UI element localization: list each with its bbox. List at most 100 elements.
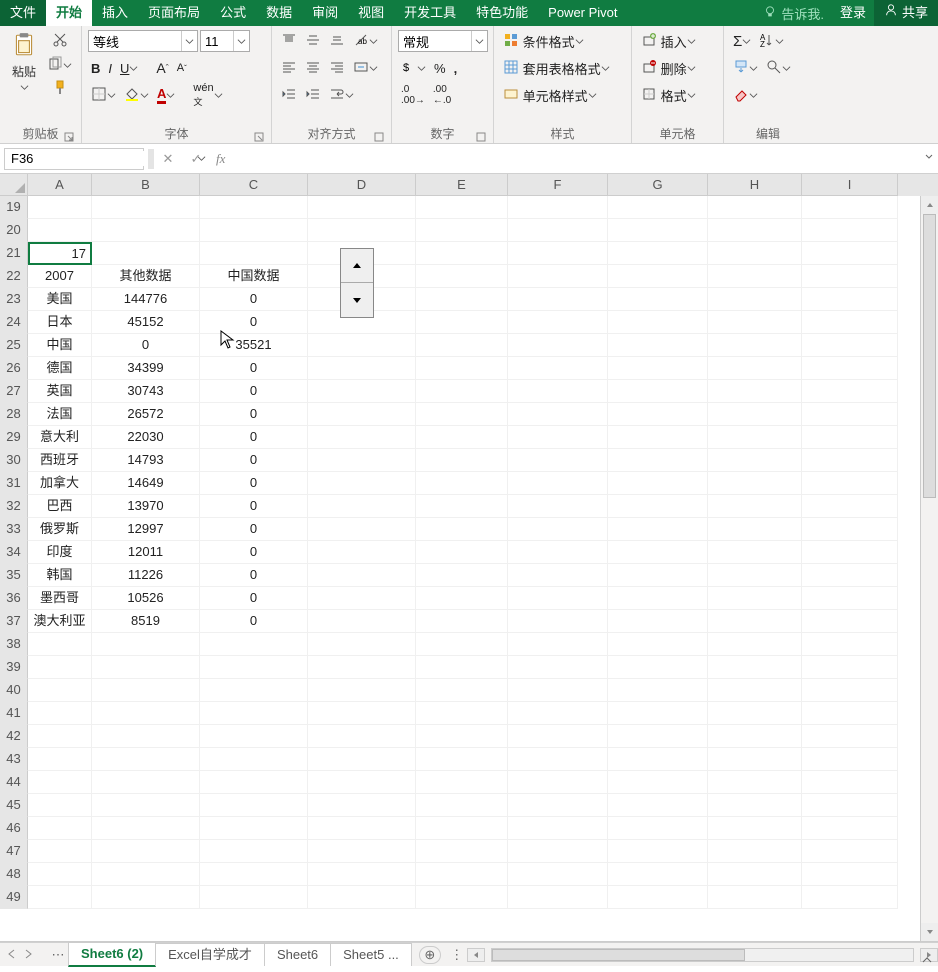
- tab-file[interactable]: 文件: [0, 0, 46, 26]
- cell[interactable]: [308, 748, 416, 771]
- cell[interactable]: [308, 219, 416, 242]
- row-header[interactable]: 25: [0, 334, 28, 357]
- cell[interactable]: [708, 702, 802, 725]
- cell[interactable]: [708, 863, 802, 886]
- cell[interactable]: [708, 311, 802, 334]
- cell[interactable]: [416, 449, 508, 472]
- cell[interactable]: [802, 771, 898, 794]
- paste-button[interactable]: 粘贴: [6, 30, 42, 95]
- sheet-tab[interactable]: Sheet6 (2): [68, 942, 156, 967]
- cell[interactable]: [508, 288, 608, 311]
- cell[interactable]: [608, 357, 708, 380]
- cell[interactable]: 12997: [92, 518, 200, 541]
- fx-icon[interactable]: fx: [210, 151, 231, 167]
- cell[interactable]: [200, 633, 308, 656]
- column-header[interactable]: F: [508, 174, 608, 196]
- cell[interactable]: 0: [200, 587, 308, 610]
- sheet-tab[interactable]: Sheet5 ...: [330, 943, 412, 966]
- scroll-thumb[interactable]: [923, 214, 936, 498]
- name-box[interactable]: [4, 148, 144, 170]
- row-header[interactable]: 44: [0, 771, 28, 794]
- row-header[interactable]: 27: [0, 380, 28, 403]
- cell[interactable]: [308, 403, 416, 426]
- cell[interactable]: [708, 472, 802, 495]
- cell[interactable]: [802, 495, 898, 518]
- cell[interactable]: [802, 633, 898, 656]
- cell[interactable]: [508, 242, 608, 265]
- cell[interactable]: [708, 748, 802, 771]
- tab-layout[interactable]: 页面布局: [138, 0, 210, 26]
- row-header[interactable]: 45: [0, 794, 28, 817]
- cell[interactable]: [416, 817, 508, 840]
- cell[interactable]: [92, 771, 200, 794]
- cell[interactable]: [802, 357, 898, 380]
- cell[interactable]: 加拿大: [28, 472, 92, 495]
- share-button[interactable]: 共享: [874, 0, 938, 26]
- spin-up-button[interactable]: [341, 249, 373, 283]
- row-header[interactable]: 19: [0, 196, 28, 219]
- cell[interactable]: 11226: [92, 564, 200, 587]
- vertical-scrollbar[interactable]: [920, 196, 938, 941]
- font-color-button[interactable]: A: [154, 84, 178, 106]
- cell[interactable]: [28, 679, 92, 702]
- cell[interactable]: [308, 794, 416, 817]
- merge-button[interactable]: [350, 57, 381, 79]
- cell[interactable]: [608, 311, 708, 334]
- dialog-launcher-icon[interactable]: [63, 129, 75, 141]
- cell[interactable]: [508, 219, 608, 242]
- cell[interactable]: [708, 403, 802, 426]
- horizontal-scrollbar[interactable]: [491, 948, 914, 962]
- cell[interactable]: 日本: [28, 311, 92, 334]
- cell[interactable]: [802, 610, 898, 633]
- spin-control[interactable]: [340, 248, 374, 318]
- underline-button[interactable]: U: [117, 57, 141, 79]
- cell[interactable]: [508, 656, 608, 679]
- cell[interactable]: [28, 840, 92, 863]
- cell[interactable]: [200, 679, 308, 702]
- cell[interactable]: [92, 863, 200, 886]
- cell[interactable]: [508, 794, 608, 817]
- cell[interactable]: 澳大利亚: [28, 610, 92, 633]
- fill-color-button[interactable]: [121, 84, 152, 106]
- cell[interactable]: 0: [200, 449, 308, 472]
- column-header[interactable]: H: [708, 174, 802, 196]
- column-header[interactable]: E: [416, 174, 508, 196]
- cell[interactable]: [708, 288, 802, 311]
- cancel-formula-button[interactable]: ✕: [154, 148, 182, 170]
- cell[interactable]: [608, 495, 708, 518]
- cell[interactable]: [608, 725, 708, 748]
- cell[interactable]: [308, 196, 416, 219]
- cell[interactable]: [708, 449, 802, 472]
- column-header[interactable]: A: [28, 174, 92, 196]
- cell[interactable]: 0: [200, 311, 308, 334]
- cell[interactable]: [28, 702, 92, 725]
- row-header[interactable]: 47: [0, 840, 28, 863]
- cell[interactable]: 26572: [92, 403, 200, 426]
- tab-formulas[interactable]: 公式: [210, 0, 256, 26]
- cell[interactable]: [508, 380, 608, 403]
- cell[interactable]: [308, 840, 416, 863]
- cell[interactable]: [608, 610, 708, 633]
- cell[interactable]: [308, 472, 416, 495]
- cell[interactable]: [508, 633, 608, 656]
- row-header[interactable]: 23: [0, 288, 28, 311]
- row-header[interactable]: 22: [0, 265, 28, 288]
- cell[interactable]: [802, 242, 898, 265]
- row-header[interactable]: 46: [0, 817, 28, 840]
- orientation-button[interactable]: ab: [350, 30, 381, 52]
- cell[interactable]: [308, 771, 416, 794]
- cell[interactable]: [508, 518, 608, 541]
- cell[interactable]: [608, 242, 708, 265]
- cell[interactable]: [802, 380, 898, 403]
- cell[interactable]: 17: [28, 242, 92, 265]
- cell[interactable]: [308, 886, 416, 909]
- cell[interactable]: [416, 587, 508, 610]
- row-header[interactable]: 29: [0, 426, 28, 449]
- cell[interactable]: [508, 196, 608, 219]
- cell[interactable]: [708, 794, 802, 817]
- cell[interactable]: [508, 265, 608, 288]
- align-bottom-button[interactable]: [326, 30, 348, 52]
- cell[interactable]: [416, 334, 508, 357]
- cell[interactable]: [708, 679, 802, 702]
- cell[interactable]: [608, 518, 708, 541]
